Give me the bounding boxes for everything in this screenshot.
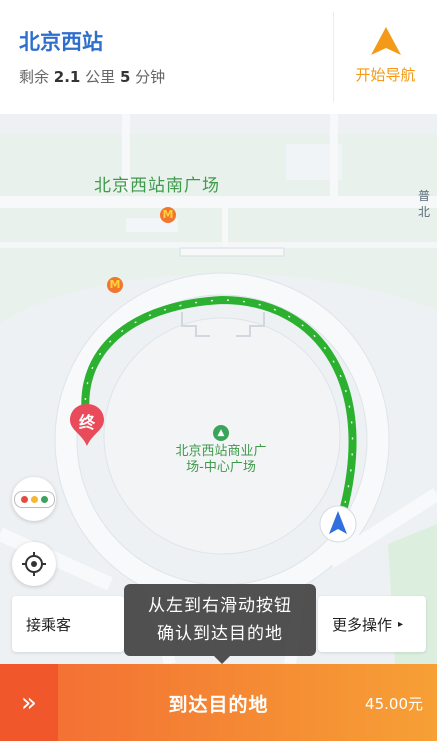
map-label-edge-line2: 北 <box>418 205 431 219</box>
map-label-plaza-line2: 场-中心广场 <box>186 460 256 475</box>
map-label-plaza-line1: 北京西站商业广 <box>175 444 267 459</box>
time-value: 5 <box>119 68 131 86</box>
navigation-arrow-icon <box>370 27 401 55</box>
navigation-arrow-icon <box>319 505 357 543</box>
slide-hint-line1: 从左到右滑动按钮 <box>148 596 292 616</box>
trip-prefix: 剩余 <box>19 68 50 86</box>
vehicle-position-marker <box>318 504 358 548</box>
map-view[interactable]: 北京西站南广场 M M 普 北 ▲ 北京西站商业广 场-中心广场 终 <box>0 114 437 664</box>
start-navigation-button[interactable]: 开始导航 <box>334 0 437 114</box>
locate-button[interactable] <box>12 542 56 586</box>
slide-hint-line2: 确认到达目的地 <box>157 624 283 644</box>
store-icon[interactable]: ▲ <box>213 425 229 441</box>
destination-marker-label: 终 <box>78 413 95 432</box>
trip-remaining-info: 剩余 2.1 公里 5 分钟 <box>19 66 165 87</box>
destination-title: 北京西站 <box>19 30 103 54</box>
slide-hint-tooltip: 从左到右滑动按钮 确认到达目的地 <box>124 584 316 656</box>
arrive-destination-slider[interactable]: » 到达目的地 45.00元 <box>0 664 437 741</box>
more-actions-label: 更多操作 <box>332 615 393 634</box>
map-label-central-plaza: 北京西站商业广 场-中心广场 <box>166 444 276 476</box>
destination-marker[interactable]: 终 <box>68 402 106 448</box>
pickup-passenger-label: 接乘客 <box>26 615 72 634</box>
fare-amount: 45.00元 <box>365 695 423 713</box>
tooltip-arrow <box>214 656 230 664</box>
start-navigation-label: 开始导航 <box>355 66 416 84</box>
traffic-light-icon <box>13 490 55 508</box>
mcdonalds-poi-icon[interactable]: M <box>160 207 176 223</box>
caret-right-icon: ▸ <box>398 618 404 630</box>
time-unit: 分钟 <box>135 68 166 86</box>
distance-value: 2.1 <box>53 68 81 86</box>
distance-unit: 公里 <box>85 68 116 86</box>
map-label-south-plaza: 北京西站南广场 <box>94 176 220 196</box>
pickup-passenger-button[interactable]: 接乘客 <box>12 596 124 652</box>
crosshair-icon <box>22 552 46 576</box>
traffic-toggle-button[interactable] <box>12 477 56 521</box>
more-actions-button[interactable]: 更多操作 ▸ <box>318 596 426 652</box>
navigation-header: 北京西站 剩余 2.1 公里 5 分钟 开始导航 <box>0 0 437 115</box>
map-label-edge-line1: 普 <box>418 189 431 203</box>
map-canvas <box>0 114 437 664</box>
map-label-edge: 普 北 <box>418 188 437 220</box>
mcdonalds-poi-icon[interactable]: M <box>107 277 123 293</box>
